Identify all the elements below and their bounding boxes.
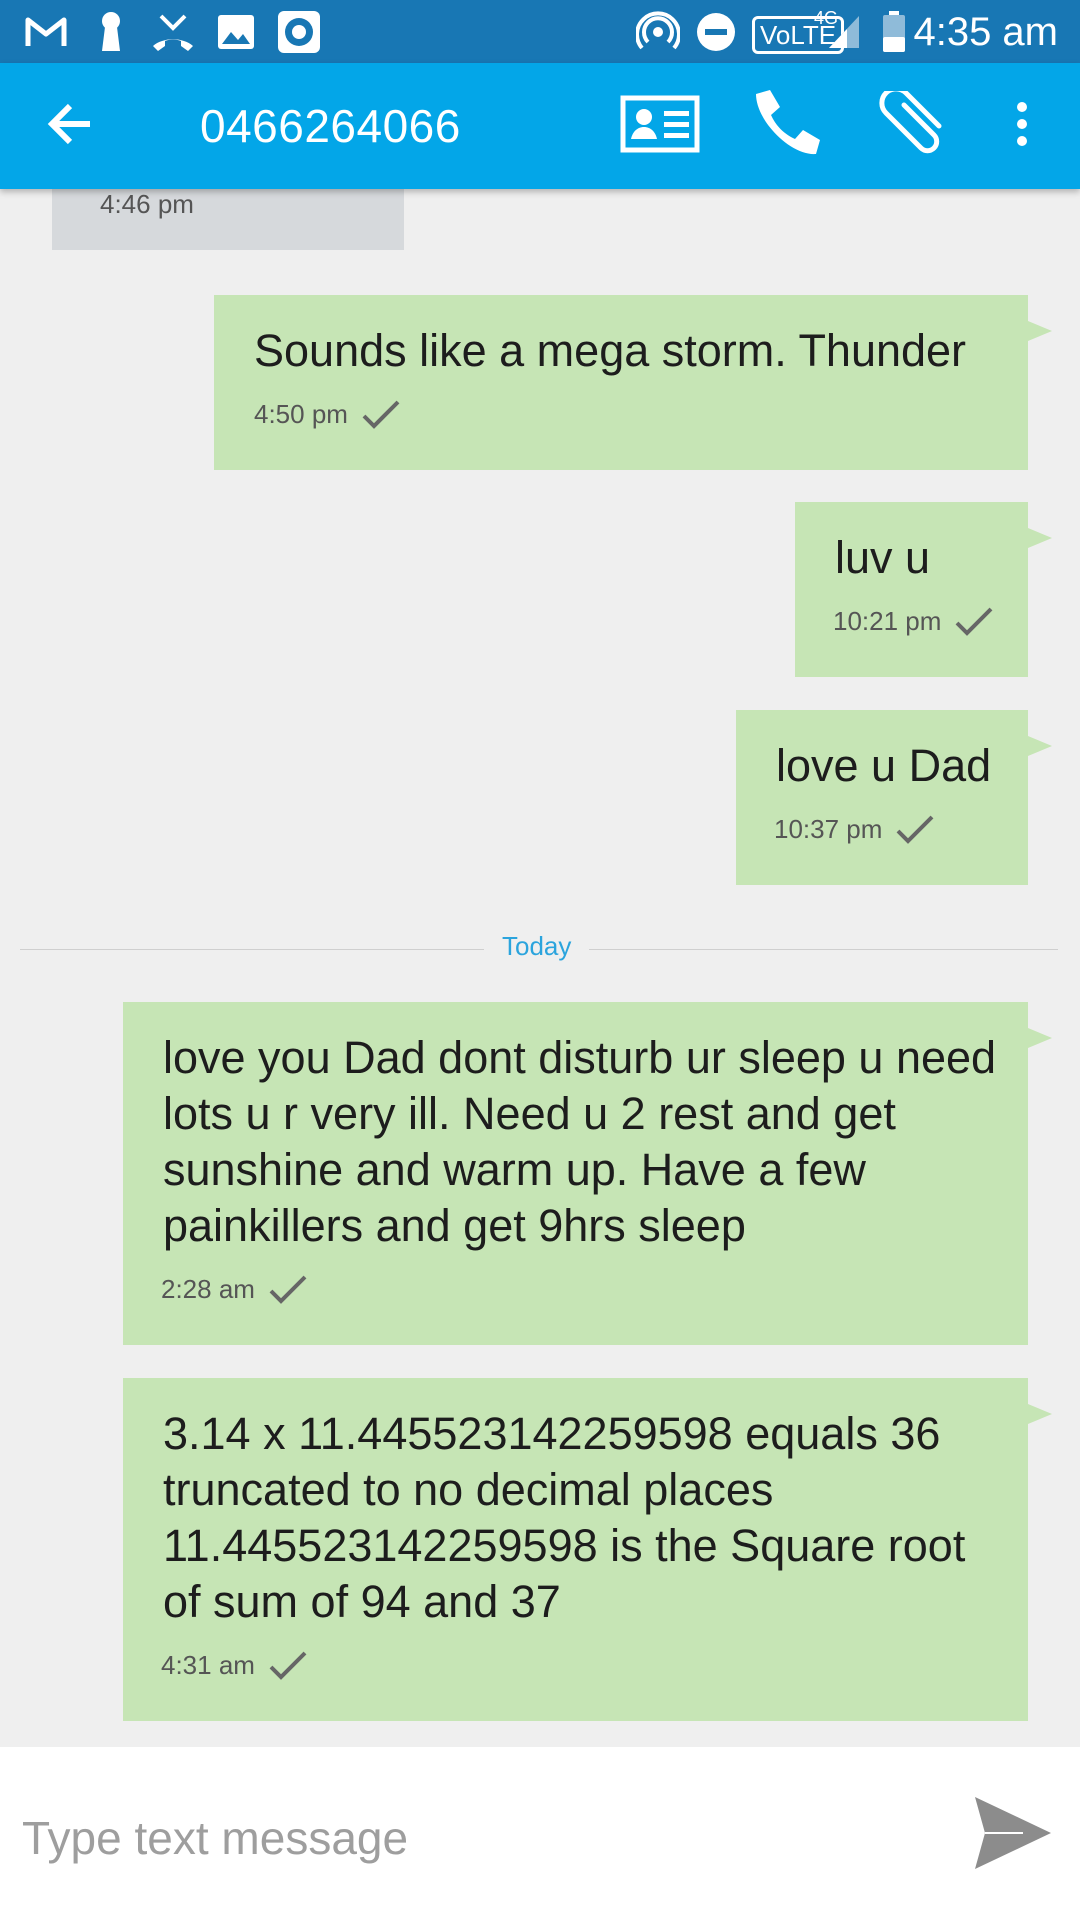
message-bubble[interactable]: Sounds like a mega storm. Thunder 4:50 p… <box>214 295 1052 470</box>
check-icon <box>955 607 993 636</box>
message-bubble[interactable]: luv u 10:21 pm <box>795 502 1052 677</box>
message-input[interactable] <box>22 1805 922 1871</box>
app-bar: 0466264066 <box>0 63 1080 189</box>
message-text: love you Dad dont disturb ur sleep u nee… <box>163 1032 997 1251</box>
message-meta: 10:37 pm <box>774 814 934 845</box>
status-time: 4:35 am <box>913 10 1058 54</box>
attach-button[interactable] <box>872 85 952 162</box>
send-icon <box>973 1795 1053 1876</box>
message-bubble[interactable]: love you Dad dont disturb ur sleep u nee… <box>123 1002 1052 1345</box>
message-meta: 2:28 am <box>161 1274 307 1305</box>
paperclip-icon <box>876 85 948 162</box>
hotspot-icon <box>634 10 682 54</box>
image-icon <box>216 10 256 54</box>
check-icon <box>362 400 400 429</box>
compose-bar <box>0 1747 1080 1920</box>
message-list[interactable]: 4:46 pm Sounds like a mega storm. Thunde… <box>0 189 1080 1747</box>
message-time: 4:46 pm <box>100 189 194 219</box>
contact-card-icon <box>620 95 700 158</box>
message-meta: 4:50 pm <box>254 399 400 430</box>
contact-card-button[interactable] <box>618 91 702 161</box>
date-divider-label: Today <box>484 931 590 962</box>
message-meta: 10:21 pm <box>833 606 993 637</box>
message-text: luv u <box>835 532 931 583</box>
message-bubble[interactable]: love u Dad 10:37 pm <box>736 710 1052 885</box>
check-icon <box>269 1651 307 1680</box>
battery-icon <box>880 10 908 54</box>
message-text: Sounds like a mega storm. Thunder <box>254 325 967 376</box>
message-bubble[interactable]: 4:46 pm <box>52 189 404 250</box>
back-button[interactable] <box>40 96 100 156</box>
send-button[interactable] <box>970 1785 1056 1885</box>
check-icon <box>269 1275 307 1304</box>
call-button[interactable] <box>746 89 826 161</box>
message-time: 10:37 pm <box>774 814 883 844</box>
record-icon <box>276 10 322 54</box>
missed-call-icon <box>150 10 196 54</box>
more-options-button[interactable] <box>1000 91 1044 161</box>
message-time: 4:31 am <box>161 1650 255 1680</box>
gmail-icon <box>22 10 70 54</box>
more-vert-icon <box>1015 101 1029 152</box>
message-meta: 4:46 pm <box>100 189 194 220</box>
message-time: 2:28 am <box>161 1274 255 1304</box>
check-icon <box>896 815 934 844</box>
message-time: 4:50 pm <box>254 399 348 429</box>
message-time: 10:21 pm <box>833 606 942 636</box>
status-bar: VoLTE 4G 4:35 am <box>0 0 1080 63</box>
message-text: love u Dad <box>776 740 992 791</box>
phone-icon <box>748 88 824 165</box>
signal-icon <box>826 10 862 54</box>
message-text: 3.14 x 11.445523142259598 equals 36 trun… <box>163 1408 966 1627</box>
message-meta: 4:31 am <box>161 1650 307 1681</box>
message-bubble[interactable]: 3.14 x 11.445523142259598 equals 36 trun… <box>123 1378 1052 1721</box>
conversation-title: 0466264066 <box>200 100 461 152</box>
back-arrow-icon <box>46 102 94 151</box>
do-not-disturb-icon <box>694 10 738 54</box>
keyhole-icon <box>96 10 126 54</box>
